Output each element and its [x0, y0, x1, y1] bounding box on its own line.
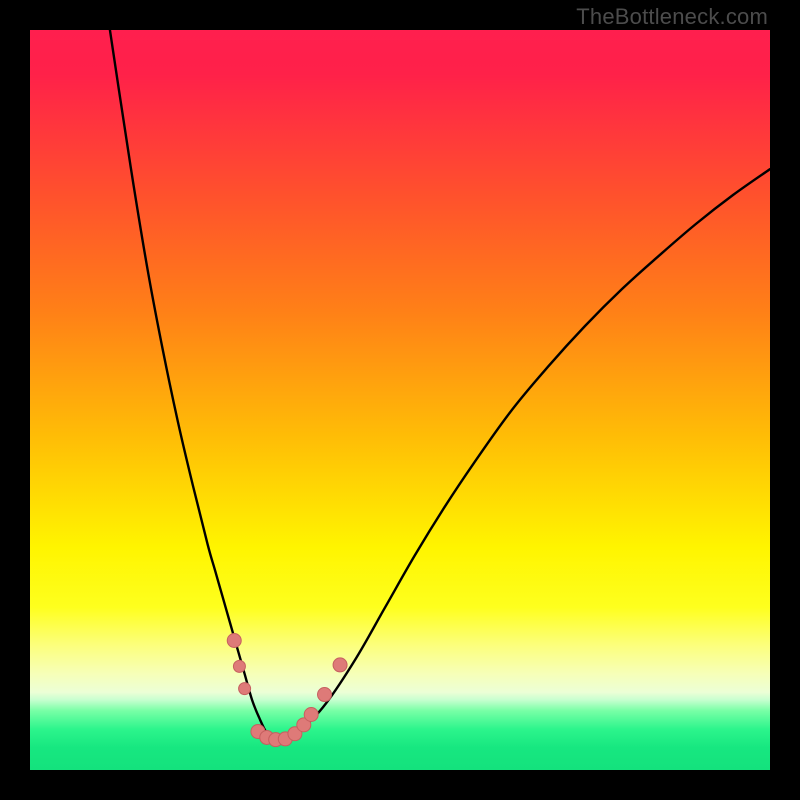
plot-area — [30, 30, 770, 770]
curve-marker — [304, 708, 318, 722]
watermark-text: TheBottleneck.com — [576, 4, 768, 30]
bottleneck-curve-left — [110, 30, 274, 739]
curve-layer — [30, 30, 770, 770]
chart-frame: TheBottleneck.com — [0, 0, 800, 800]
curve-marker — [233, 660, 245, 672]
curve-marker — [333, 658, 347, 672]
curve-marker — [318, 688, 332, 702]
curve-marker — [227, 634, 241, 648]
bottleneck-curve-right — [274, 169, 770, 739]
curve-marker — [239, 683, 251, 695]
marker-group — [227, 634, 347, 747]
